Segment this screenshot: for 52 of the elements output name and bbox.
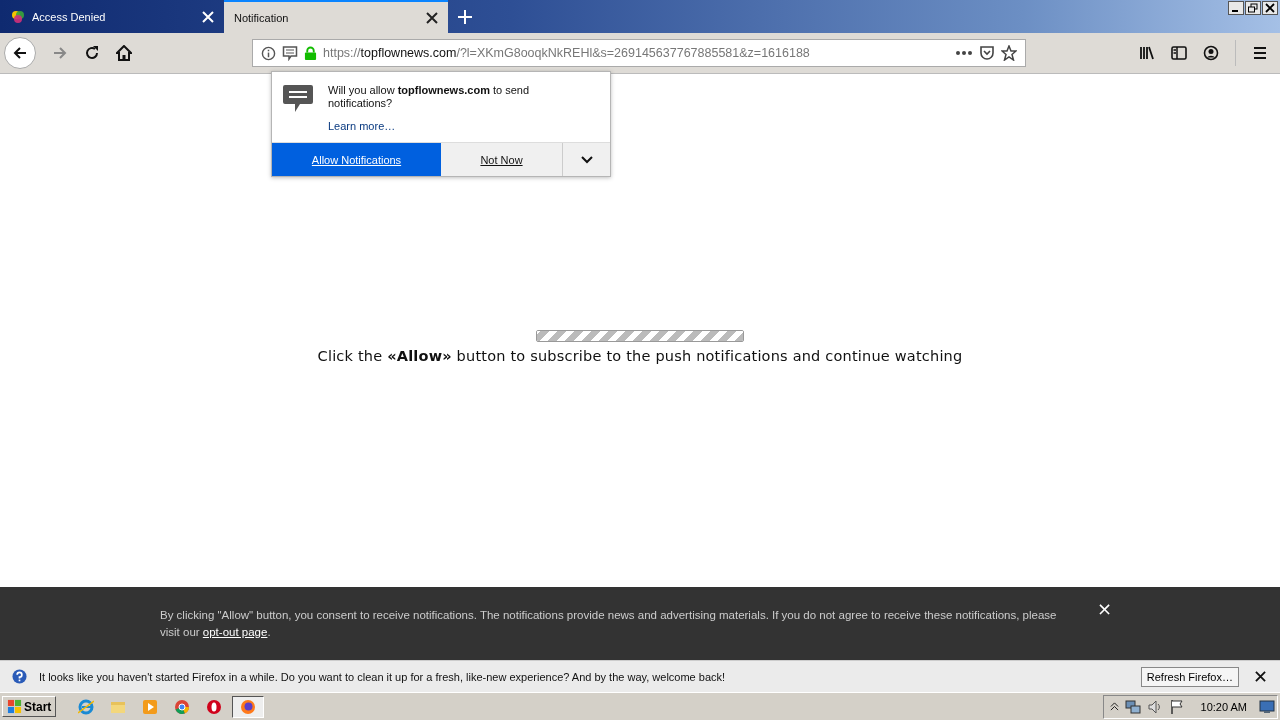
consent-text: By clicking "Allow" button, you consent to receive notifications. The notifications provide news and advertising materials. If you do not agree to receive these notifications, please visit our opt-out page. [160, 607, 1058, 640]
chrome-icon [174, 698, 191, 715]
refresh-button[interactable]: Refresh Firefox… [1140, 666, 1239, 687]
back-button[interactable] [4, 37, 36, 69]
chat-bubble-icon[interactable] [282, 45, 298, 61]
chevron-down-icon [580, 155, 593, 164]
address-bar[interactable]: https://topflownews.com/?l=XKmG8ooqkNkREHl&s=269145637767885581&z=1616188 [252, 39, 1026, 67]
chat-bubble-icon [282, 84, 314, 114]
new-tab-icon[interactable] [458, 9, 472, 24]
permission-message: Will you allow topflownews.com to send notifications? [328, 84, 531, 110]
network-icon[interactable] [1124, 698, 1141, 715]
reload-icon[interactable] [84, 45, 100, 61]
help-icon [12, 669, 27, 684]
windows-logo-icon [7, 699, 22, 714]
allow-button[interactable]: Allow Notifications [272, 143, 441, 176]
lock-icon [304, 45, 317, 61]
learn-more-link[interactable]: Learn more… [328, 120, 396, 132]
minimize-icon[interactable] [1228, 1, 1244, 15]
opera-icon [206, 698, 223, 715]
pocket-icon[interactable] [979, 45, 995, 61]
menu-icon[interactable] [1252, 45, 1268, 61]
instruction-text: Click the «Allow» button to subscribe to the push notifications and continue watching [317, 348, 963, 364]
play-icon [142, 698, 159, 715]
back-icon [12, 45, 28, 61]
more-icon[interactable] [955, 50, 973, 56]
not-now-button[interactable]: Not Now [441, 143, 562, 176]
flower-icon [10, 8, 26, 25]
speaker-icon[interactable] [1146, 698, 1163, 715]
start-button[interactable]: Start [2, 696, 57, 717]
globe-icon [78, 698, 95, 715]
browser-tab[interactable]: Access Denied [0, 0, 224, 33]
star-icon[interactable] [1001, 45, 1017, 61]
account-icon[interactable] [1203, 45, 1219, 61]
close-icon[interactable] [426, 11, 438, 24]
url-text: https://topflownews.com/?l=XKmG8ooqkNkREHl&s=269145637767885581&z=1616188 [323, 46, 811, 60]
browser-tab[interactable]: Notification [224, 0, 448, 33]
forward-icon[interactable] [52, 45, 68, 61]
close-button[interactable]: × [1097, 601, 1113, 617]
show-desktop-icon[interactable] [1259, 699, 1275, 714]
firefox-app-button[interactable] [232, 695, 265, 718]
notice-text: It looks like you haven't started Firefox in a while. Do you want to clean it up for a fresh, like-new experience? And by the way, welcome back! [39, 670, 727, 683]
info-icon[interactable] [261, 45, 276, 61]
sidebar-icon[interactable] [1171, 45, 1187, 61]
firefox-icon [240, 698, 257, 715]
restore-icon[interactable] [1245, 1, 1261, 15]
close-icon[interactable] [1255, 671, 1266, 682]
home-icon[interactable] [116, 45, 132, 61]
flag-icon[interactable] [1168, 698, 1185, 715]
clock-text: 10:20 AM [1200, 700, 1247, 713]
library-icon[interactable] [1139, 45, 1155, 61]
tray-arrow-icon[interactable] [1109, 702, 1119, 711]
close-icon[interactable] [1262, 1, 1278, 15]
